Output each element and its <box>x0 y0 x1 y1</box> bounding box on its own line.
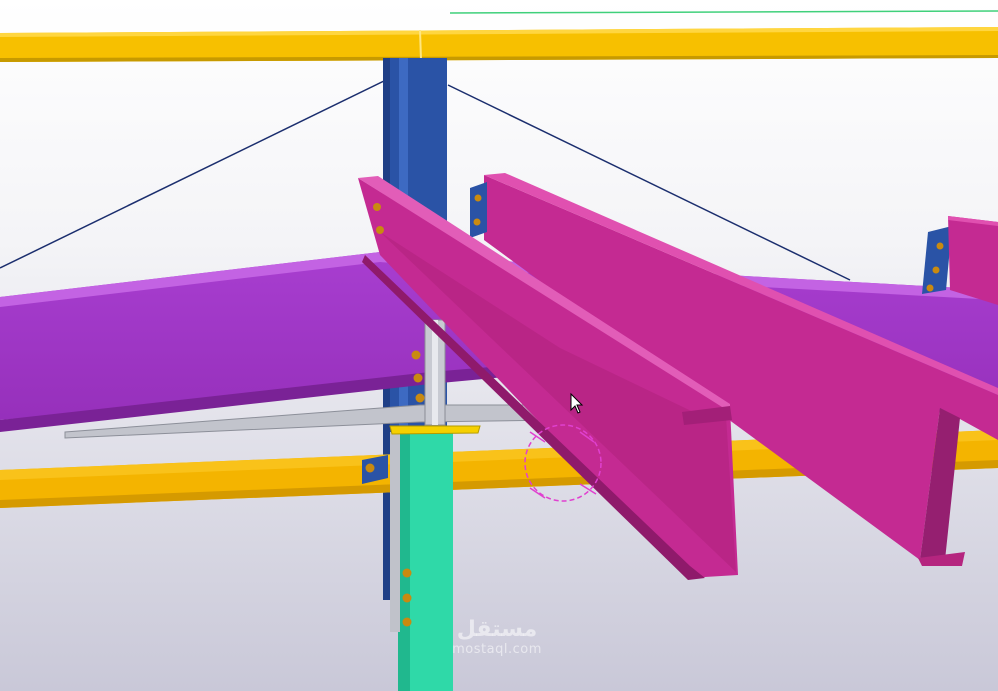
top-yellow-beam[interactable] <box>0 27 998 62</box>
magenta-purlin-far-right[interactable] <box>948 216 998 305</box>
model-viewport[interactable]: مستقل mostaql.com <box>0 0 998 691</box>
steel-structure-3d-view[interactable] <box>0 0 998 691</box>
purlin-cleat-left[interactable] <box>470 182 487 238</box>
